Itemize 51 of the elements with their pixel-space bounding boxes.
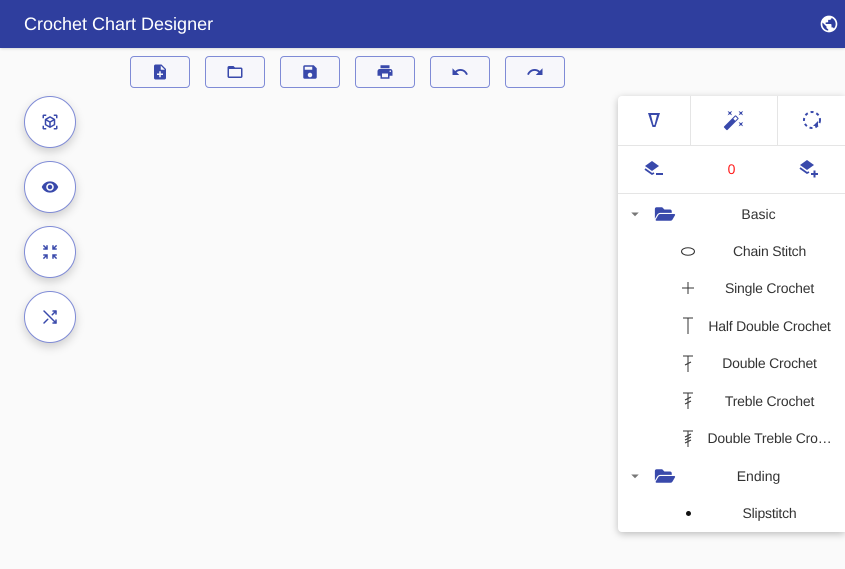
app-title: Crochet Chart Designer [24,12,214,36]
stitch-symbol-icon [680,392,696,410]
stitch-label: Treble Crochet [724,392,816,411]
layer-count: 0 [728,160,736,179]
undo-button[interactable] [430,56,490,88]
open-folder-button[interactable] [205,56,265,88]
dashed-select-icon [802,110,822,130]
redo-button[interactable] [505,56,565,88]
stitch-label: Half Double Crochet [707,316,832,336]
folder-label: Basic [740,204,777,224]
folder-icon [654,205,676,223]
stitch-symbol-icon [680,317,696,336]
crossed-arrow-button[interactable] [24,291,76,343]
cube-view-button[interactable] [24,96,76,148]
globe-icon[interactable] [819,14,839,34]
save-button[interactable] [280,56,340,88]
print-button[interactable] [355,56,415,88]
stitch-item[interactable]: Slipstitch [618,494,845,532]
add-layer-button[interactable] [798,159,819,180]
stitch-label: Slipstitch [741,504,798,523]
folder-label: Ending [736,466,782,486]
layer-plus-icon [798,159,819,180]
print-icon [376,63,394,81]
cube-view-icon [41,113,59,131]
magic-wand-icon [723,109,745,132]
stitch-item[interactable]: Single Crochet [618,270,845,308]
stitch-symbol-icon [681,246,695,256]
stitch-symbol-icon [686,510,690,516]
collapse-arrows-icon [41,243,59,261]
stitch-label: Double Crochet [721,354,818,374]
stitch-label: Single Crochet [724,279,816,298]
folder-row[interactable]: Basic [618,196,845,232]
funnel-icon [648,113,660,128]
stitch-label: Double Treble Cro… [706,429,832,448]
stitch-label: Chain Stitch [732,242,808,261]
crossed-arrow-icon [41,308,59,326]
stitch-symbol-icon [680,430,696,448]
stitch-item[interactable]: Double Crochet [618,345,845,382]
open-folder-icon [226,63,244,81]
new-file-button[interactable] [130,56,190,88]
folder-row[interactable]: Ending [618,458,845,494]
stitch-item[interactable]: Treble Crochet [618,382,845,420]
folder-icon [654,467,676,485]
save-icon [301,63,319,81]
eye-button[interactable] [24,161,76,213]
stitch-item[interactable]: Chain Stitch [618,232,845,270]
collapse-arrows-button[interactable] [24,226,76,278]
stitch-item[interactable]: Double Treble Cro… [618,420,845,458]
new-file-icon [151,63,169,81]
stitch-item[interactable]: Half Double Crochet [618,308,845,345]
stitch-symbol-icon [680,354,696,373]
